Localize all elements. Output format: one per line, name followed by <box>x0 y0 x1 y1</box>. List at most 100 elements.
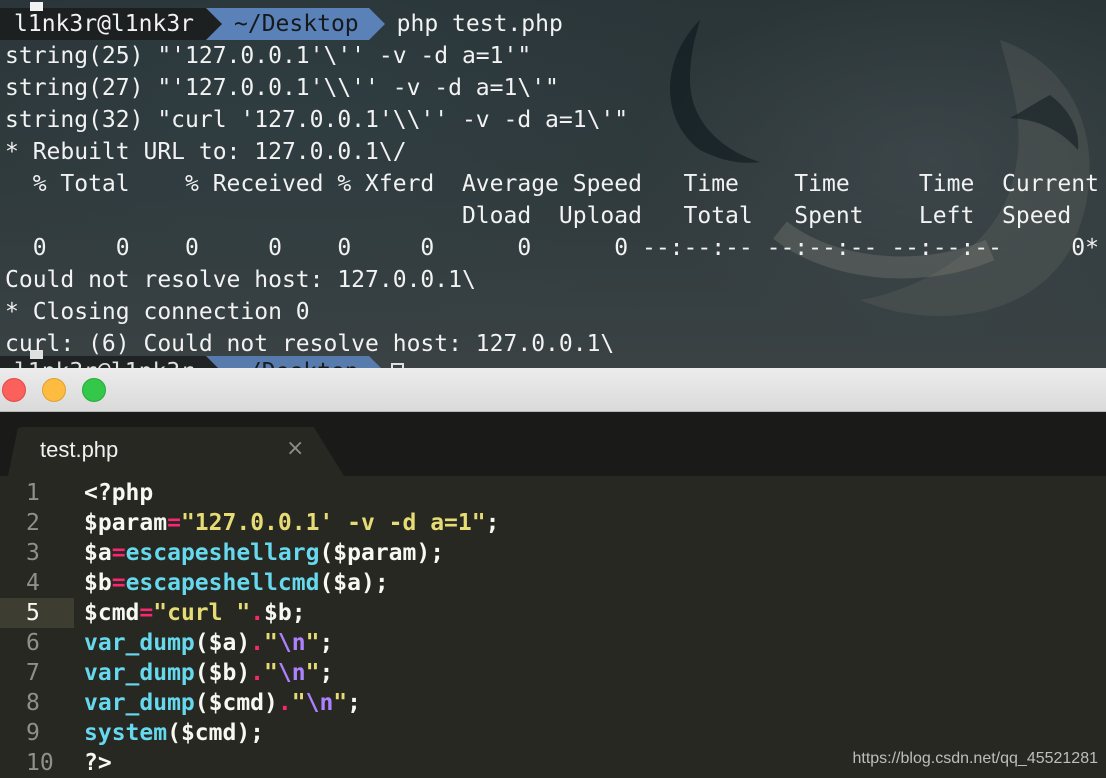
tab-test-php[interactable]: test.php × <box>8 427 344 476</box>
code-text: system($cmd); <box>84 718 264 748</box>
code-line[interactable]: 8 var_dump($cmd)."\n"; <box>0 688 1106 718</box>
code-line[interactable]: 7 var_dump($b)."\n"; <box>0 658 1106 688</box>
terminal-prompt-next: l1nk3r@l1nk3r ~/Desktop <box>0 356 404 368</box>
line-number: 6 <box>26 630 40 656</box>
prompt-command: php test.php <box>396 11 563 37</box>
code-token: ; <box>485 510 500 536</box>
code-text: $param="127.0.0.1' -v -d a=1"; <box>84 508 499 538</box>
line-number: 2 <box>26 510 40 536</box>
code-text: $a=escapeshellarg($param); <box>84 538 444 568</box>
code-token: escapeshellcmd <box>125 570 320 596</box>
code-token: = <box>139 600 154 626</box>
code-token: . <box>250 660 265 686</box>
prompt-directory: ~/Desktop <box>222 8 369 40</box>
code-token: . <box>250 630 265 656</box>
code-token: . <box>250 600 265 626</box>
code-token: \n <box>305 690 334 716</box>
editor-window[interactable]: test.php × 1 <?php 2 $param="127.0.0.1' -v … <box>0 368 1106 778</box>
tab-label: test.php <box>40 437 119 462</box>
code-token: ($a); <box>319 570 389 596</box>
close-window-button[interactable] <box>2 378 26 402</box>
code-token: ($cmd) <box>194 690 278 716</box>
code-token: $b <box>84 570 112 596</box>
line-number: 8 <box>26 690 40 716</box>
code-line[interactable]: 6 var_dump($a)."\n"; <box>0 628 1106 658</box>
code-token: "curl " <box>153 600 251 626</box>
code-token: ($param); <box>319 540 445 566</box>
code-token: " <box>333 690 348 716</box>
code-token: . <box>277 690 292 716</box>
terminal-output-line: * Rebuilt URL to: 127.0.0.1\/ <box>5 139 407 165</box>
code-token: ($cmd); <box>167 720 265 746</box>
line-number: 9 <box>26 720 40 746</box>
code-token: \n <box>277 660 306 686</box>
terminal-output-line: * Closing connection 0 <box>5 299 310 325</box>
terminal-window[interactable]: l1nk3r@l1nk3r ~/Desktop php test.php str… <box>0 0 1106 368</box>
code-token: var_dump <box>84 660 195 686</box>
code-line[interactable]: 9 system($cmd); <box>0 718 1106 748</box>
code-token: ; <box>347 690 362 716</box>
code-text: var_dump($b)."\n"; <box>84 658 333 688</box>
line-number: 4 <box>26 570 40 596</box>
code-token: " <box>291 690 306 716</box>
code-line[interactable]: 3 $a=escapeshellarg($param); <box>0 538 1106 568</box>
line-number: 5 <box>0 598 74 628</box>
code-token: " <box>305 660 320 686</box>
code-token: ; <box>319 660 334 686</box>
prompt-separator <box>206 8 223 40</box>
code-token: $param <box>84 510 168 536</box>
prompt-directory: ~/Desktop <box>222 356 369 368</box>
code-text: $b=escapeshellcmd($a); <box>84 568 389 598</box>
code-token: var_dump <box>84 690 195 716</box>
terminal-output-line: 0 0 0 0 0 0 0 0 --:--:-- --:--:-- --:--:… <box>5 235 1099 261</box>
minimize-window-button[interactable] <box>42 378 66 402</box>
prompt-user: l1nk3r@l1nk3r <box>0 356 207 368</box>
code-token: escapeshellarg <box>125 540 320 566</box>
terminal-output-line: string(25) "'127.0.0.1'\'' -v -d a=1'" <box>5 43 532 69</box>
code-token: ?> <box>84 750 112 776</box>
code-token: ($b) <box>194 660 251 686</box>
code-text: ?> <box>84 748 112 778</box>
code-line[interactable]: 4 $b=escapeshellcmd($a); <box>0 568 1106 598</box>
code-editor[interactable]: 1 <?php 2 $param="127.0.0.1' -v -d a=1"; 3 $a… <box>0 476 1106 778</box>
code-token: $a <box>84 540 112 566</box>
code-text: $cmd="curl ".$b; <box>84 598 306 628</box>
terminal-output-line: string(27) "'127.0.0.1'\\'' -v -d a=1\'" <box>5 75 559 101</box>
code-text: var_dump($cmd)."\n"; <box>84 688 361 718</box>
code-token: ; <box>319 630 334 656</box>
code-token: \n <box>277 630 306 656</box>
line-number: 7 <box>26 660 40 686</box>
code-token: = <box>111 570 126 596</box>
maximize-window-button[interactable] <box>82 378 106 402</box>
watermark-url: https://blog.csdn.net/qq_45521281 <box>852 750 1098 767</box>
code-line[interactable]: 5 $cmd="curl ".$b; <box>0 598 1106 628</box>
line-number: 1 <box>26 480 40 506</box>
window-titlebar[interactable] <box>0 368 1106 412</box>
tab-bar: test.php × <box>0 412 1106 476</box>
prompt-separator <box>368 356 385 368</box>
code-line[interactable]: 2 $param="127.0.0.1' -v -d a=1"; <box>0 508 1106 538</box>
code-text: <?php <box>84 478 153 508</box>
prompt-user: l1nk3r@l1nk3r <box>0 8 207 40</box>
code-line[interactable]: 1 <?php <box>0 478 1106 508</box>
terminal-output-line: % Total % Received % Xferd Average Speed… <box>5 171 1099 197</box>
code-token: = <box>167 510 181 536</box>
line-number: 10 <box>26 750 54 776</box>
line-number: 3 <box>26 540 40 566</box>
code-token: ($a) <box>194 630 251 656</box>
code-token: $b; <box>264 600 306 626</box>
code-text: var_dump($a)."\n"; <box>84 628 333 658</box>
code-token: " <box>264 660 278 686</box>
code-token: system <box>84 720 168 746</box>
code-token: " <box>305 630 320 656</box>
terminal-output-line: string(32) "curl '127.0.0.1'\\'' -v -d a… <box>5 107 629 133</box>
code-token: = <box>111 540 126 566</box>
prompt-separator <box>368 8 385 40</box>
terminal-prompt: l1nk3r@l1nk3r ~/Desktop php test.php <box>0 8 563 40</box>
terminal-output-line: Dload Upload Total Spent Left Speed <box>5 203 1072 229</box>
code-token: " <box>264 630 278 656</box>
terminal-output-line: Could not resolve host: 127.0.0.1\ <box>5 267 476 293</box>
code-token: <?php <box>84 480 154 506</box>
close-tab-icon[interactable]: × <box>286 436 304 461</box>
prompt-separator <box>206 356 223 368</box>
